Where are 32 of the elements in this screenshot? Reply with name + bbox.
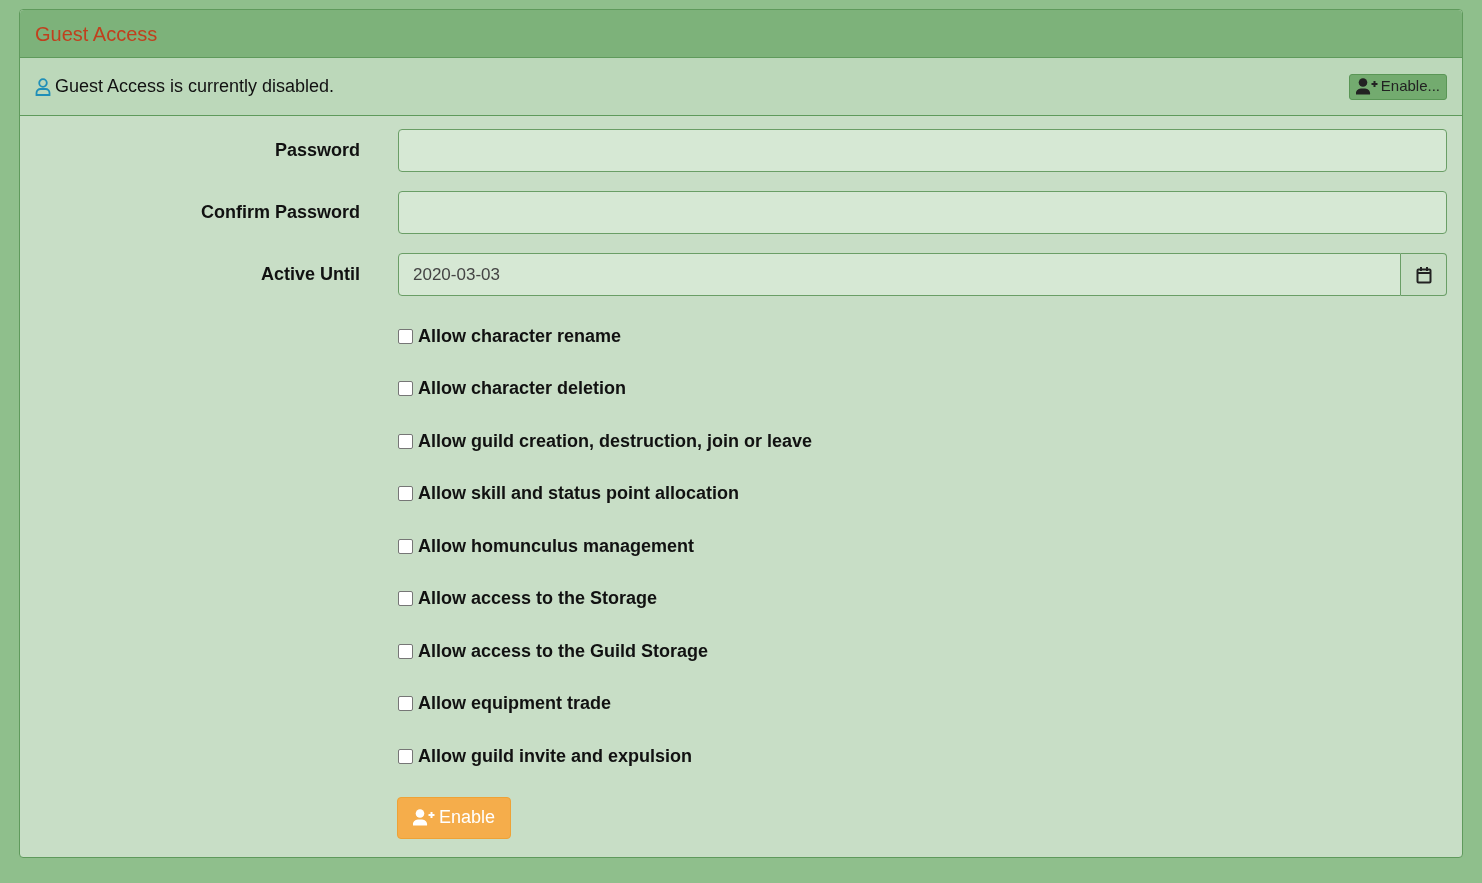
checkbox-label: Allow homunculus management [418,534,695,558]
password-field[interactable] [398,129,1447,172]
checkbox[interactable] [398,433,413,449]
date-field[interactable]: 2020-03-03 [398,253,1401,296]
checkbox[interactable] [398,696,413,712]
calendar-button[interactable] [1401,253,1447,296]
enable-button[interactable]: Enable... [1348,73,1447,100]
checkbox-label: Allow character rename [418,324,622,348]
checkbox[interactable] [398,328,413,344]
field-label: Password [273,139,360,162]
checkbox[interactable] [398,486,413,502]
checkbox-label: Allow access to the Guild Storage [418,639,709,663]
calendar-icon [1415,265,1432,284]
checkbox[interactable] [398,538,413,554]
checkbox-label: Allow guild creation, destruction, join or leave [418,429,813,453]
user-plus-icon [1355,78,1378,95]
checkbox-label: Allow equipment trade [418,692,612,716]
checkbox[interactable] [398,381,413,397]
checkbox-label: Allow guild invite and expulsion [418,744,693,768]
checkbox-label: Allow access to the Storage [418,587,658,611]
user-icon [35,77,51,96]
checkbox[interactable] [398,643,413,659]
status-message: Guest Access is currently disabled. [55,75,335,98]
field-label: Confirm Password [199,201,360,224]
checkbox-label: Allow character deletion [418,377,627,401]
panel-title: Guest Access [35,21,158,47]
field-label: Active Until [259,263,360,286]
user-plus-icon [413,809,435,826]
checkbox-label: Allow skill and status point allocation [418,482,740,506]
checkbox[interactable] [398,591,413,607]
password-field[interactable] [398,191,1447,234]
checkbox[interactable] [398,748,413,764]
